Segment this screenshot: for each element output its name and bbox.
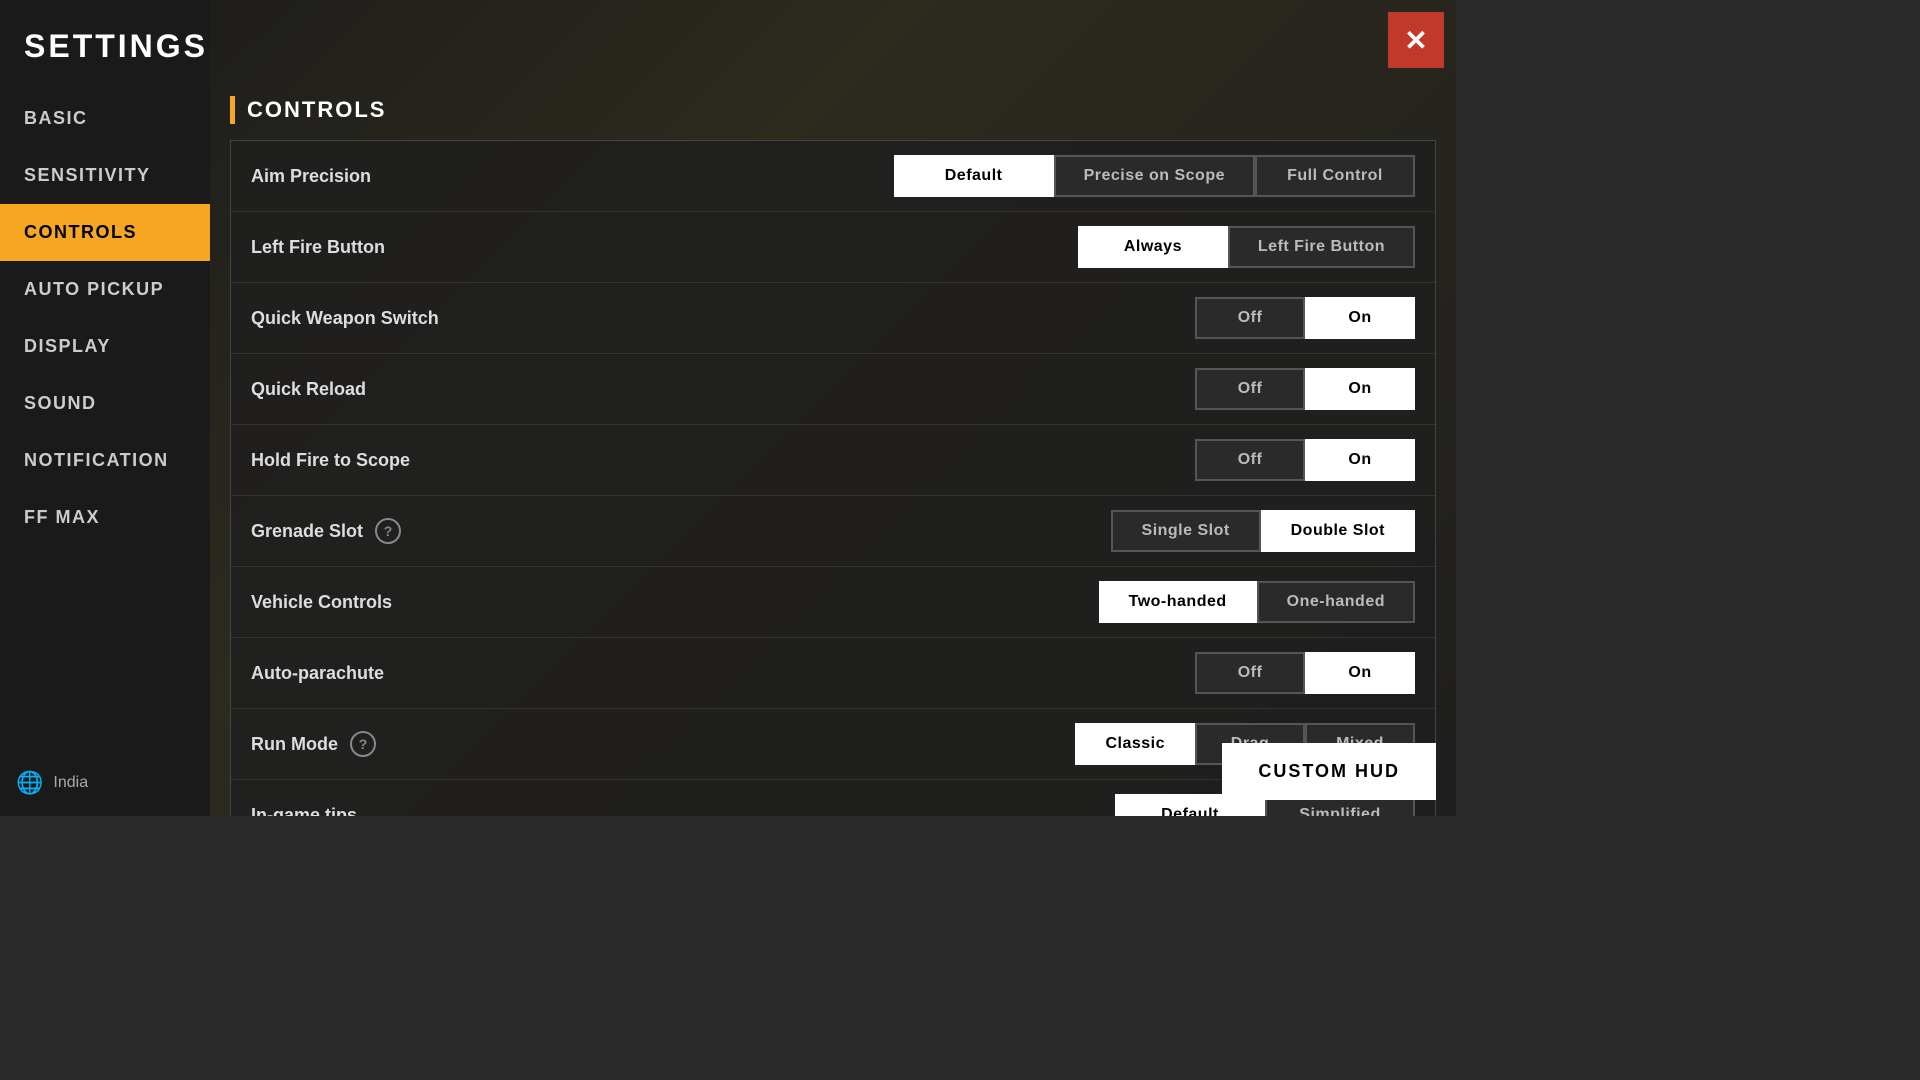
grenade-single-slot[interactable]: Single Slot: [1111, 510, 1261, 552]
setting-label-grenade-slot: Grenade Slot ?: [251, 518, 1111, 544]
grenade-slot-options: Single Slot Double Slot: [1111, 510, 1415, 552]
setting-row-quick-reload: Quick Reload Off On: [231, 354, 1435, 425]
sidebar-item-sound[interactable]: SOUND: [0, 375, 210, 432]
setting-label-run-mode: Run Mode ?: [251, 731, 1075, 757]
setting-label-auto-parachute: Auto-parachute: [251, 663, 1195, 684]
grenade-double-slot[interactable]: Double Slot: [1261, 510, 1415, 552]
setting-label-vehicle-controls: Vehicle Controls: [251, 592, 1099, 613]
settings-panel: Aim Precision Default Precise on Scope F…: [230, 140, 1436, 816]
custom-hud-button[interactable]: CUSTOM HUD: [1222, 743, 1436, 800]
section-bar: [230, 96, 235, 124]
vehicle-two-handed[interactable]: Two-handed: [1099, 581, 1257, 623]
setting-row-left-fire: Left Fire Button Always Left Fire Button: [231, 212, 1435, 283]
setting-row-auto-parachute: Auto-parachute Off On: [231, 638, 1435, 709]
setting-row-vehicle-controls: Vehicle Controls Two-handed One-handed: [231, 567, 1435, 638]
quick-reload-on[interactable]: On: [1305, 368, 1415, 410]
sidebar-item-controls[interactable]: CONTROLS: [0, 204, 210, 261]
sidebar-footer: 🌐 India: [16, 770, 88, 796]
hold-fire-options: Off On: [1195, 439, 1415, 481]
globe-icon: 🌐: [16, 770, 43, 796]
sidebar-item-sensitivity[interactable]: SENSITIVITY: [0, 147, 210, 204]
sidebar-item-ff-max[interactable]: FF MAX: [0, 489, 210, 546]
auto-parachute-on[interactable]: On: [1305, 652, 1415, 694]
setting-label-quick-weapon: Quick Weapon Switch: [251, 308, 1195, 329]
section-title: CONTROLS: [247, 97, 386, 123]
setting-label-quick-reload: Quick Reload: [251, 379, 1195, 400]
close-icon: ✕: [1404, 24, 1427, 57]
sidebar-item-display[interactable]: DISPLAY: [0, 318, 210, 375]
setting-label-left-fire: Left Fire Button: [251, 237, 1078, 258]
region-label: India: [53, 774, 88, 792]
grenade-slot-help-icon[interactable]: ?: [375, 518, 401, 544]
setting-row-quick-weapon: Quick Weapon Switch Off On: [231, 283, 1435, 354]
setting-label-hold-fire: Hold Fire to Scope: [251, 450, 1195, 471]
setting-row-hold-fire: Hold Fire to Scope Off On: [231, 425, 1435, 496]
sidebar-item-auto-pickup[interactable]: AUTO PICKUP: [0, 261, 210, 318]
vehicle-controls-options: Two-handed One-handed: [1099, 581, 1415, 623]
sidebar-item-notification[interactable]: NOTIFICATION: [0, 432, 210, 489]
left-fire-always[interactable]: Always: [1078, 226, 1228, 268]
hold-fire-off[interactable]: Off: [1195, 439, 1305, 481]
aim-precision-options: Default Precise on Scope Full Control: [894, 155, 1415, 197]
run-mode-help-icon[interactable]: ?: [350, 731, 376, 757]
quick-weapon-options: Off On: [1195, 297, 1415, 339]
quick-weapon-on[interactable]: On: [1305, 297, 1415, 339]
setting-label-in-game-tips: In-game tips: [251, 805, 1115, 817]
aim-precision-full[interactable]: Full Control: [1255, 155, 1415, 197]
aim-precision-precise[interactable]: Precise on Scope: [1054, 155, 1255, 197]
main-content: CONTROLS Aim Precision Default Precise o…: [210, 80, 1456, 816]
page-title: SETTINGS: [24, 28, 208, 65]
close-button[interactable]: ✕: [1388, 12, 1444, 68]
left-fire-button[interactable]: Left Fire Button: [1228, 226, 1415, 268]
hold-fire-on[interactable]: On: [1305, 439, 1415, 481]
quick-weapon-off[interactable]: Off: [1195, 297, 1305, 339]
sidebar: BASIC SENSITIVITY CONTROLS AUTO PICKUP D…: [0, 0, 210, 816]
setting-label-aim-precision: Aim Precision: [251, 166, 894, 187]
auto-parachute-options: Off On: [1195, 652, 1415, 694]
setting-row-grenade-slot: Grenade Slot ? Single Slot Double Slot: [231, 496, 1435, 567]
auto-parachute-off[interactable]: Off: [1195, 652, 1305, 694]
run-mode-classic[interactable]: Classic: [1075, 723, 1195, 765]
vehicle-one-handed[interactable]: One-handed: [1257, 581, 1415, 623]
section-header: CONTROLS: [230, 96, 1436, 124]
quick-reload-off[interactable]: Off: [1195, 368, 1305, 410]
quick-reload-options: Off On: [1195, 368, 1415, 410]
setting-row-aim-precision: Aim Precision Default Precise on Scope F…: [231, 141, 1435, 212]
aim-precision-default[interactable]: Default: [894, 155, 1054, 197]
sidebar-item-basic[interactable]: BASIC: [0, 90, 210, 147]
left-fire-options: Always Left Fire Button: [1078, 226, 1415, 268]
